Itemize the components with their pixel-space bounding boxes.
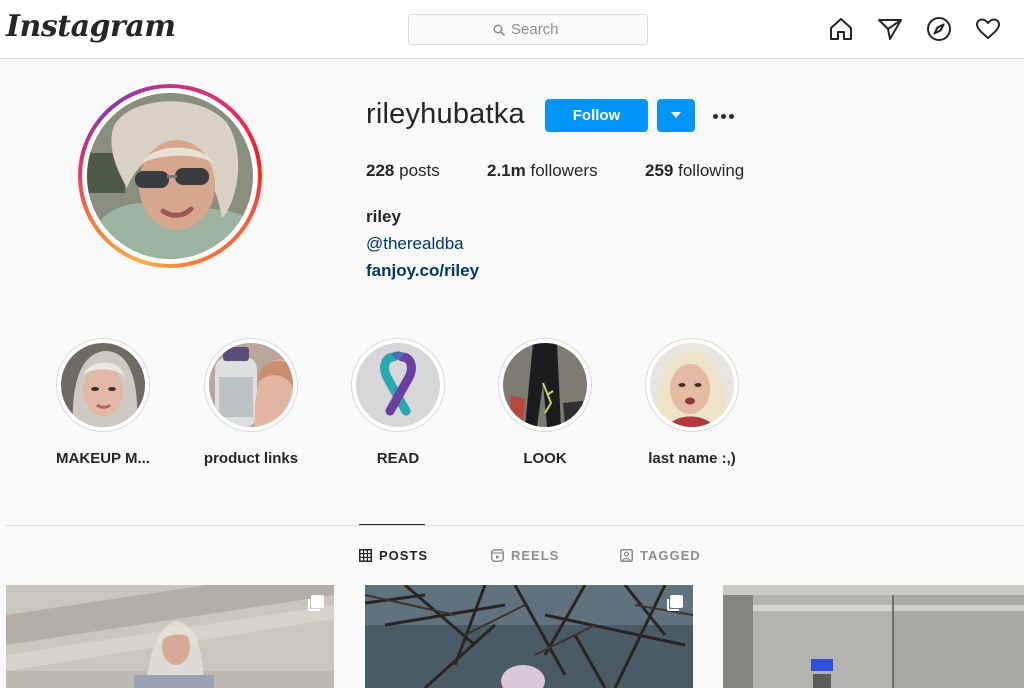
highlight-makeup[interactable]: MAKEUP M... bbox=[43, 338, 163, 467]
highlight-read[interactable]: READ bbox=[338, 338, 458, 467]
highlight-product-links[interactable]: product links bbox=[191, 338, 311, 467]
profile-tabs-divider bbox=[6, 525, 1024, 526]
home-icon[interactable] bbox=[828, 16, 854, 42]
highlight-cover-ring bbox=[645, 338, 739, 432]
highlight-cover-ring bbox=[56, 338, 150, 432]
bio-mention-link[interactable]: @therealdba bbox=[366, 234, 464, 254]
search-box[interactable] bbox=[408, 14, 648, 45]
tab-label: REELS bbox=[511, 548, 560, 563]
followers-count-stat[interactable]: 2.1m followers bbox=[487, 161, 598, 181]
posts-count-stat: 228 posts bbox=[366, 161, 440, 180]
tab-posts[interactable]: POSTS bbox=[359, 548, 428, 563]
profile-full-name: riley bbox=[366, 207, 401, 226]
caret-down-icon bbox=[671, 112, 681, 118]
highlight-label: READ bbox=[376, 450, 420, 467]
follow-button[interactable]: Follow bbox=[545, 99, 648, 132]
search-icon bbox=[493, 23, 505, 36]
tab-label: POSTS bbox=[379, 548, 429, 563]
reels-icon bbox=[491, 549, 504, 562]
highlight-cover-ring bbox=[498, 338, 592, 432]
multiple-images-icon bbox=[667, 595, 683, 611]
highlight-label: product links bbox=[203, 450, 299, 467]
post-image bbox=[365, 585, 693, 688]
tab-reels[interactable]: REELS bbox=[491, 548, 559, 563]
following-count-stat[interactable]: 259 following bbox=[645, 161, 744, 181]
highlight-label: last name :,) bbox=[648, 450, 736, 467]
post-image bbox=[6, 585, 334, 688]
activity-heart-icon[interactable] bbox=[975, 16, 1001, 42]
multiple-images-icon bbox=[308, 595, 324, 611]
post-thumbnail[interactable] bbox=[6, 585, 334, 688]
highlight-cover-image bbox=[503, 343, 587, 427]
bio-website-link[interactable]: fanjoy.co/riley bbox=[366, 261, 479, 281]
search-input[interactable] bbox=[511, 21, 563, 38]
top-navigation-bar: Instagram bbox=[0, 0, 1024, 59]
profile-username: rileyhubatka bbox=[366, 98, 525, 130]
suggested-accounts-dropdown-button[interactable] bbox=[657, 99, 695, 132]
highlight-cover-image bbox=[209, 343, 293, 427]
explore-icon[interactable] bbox=[926, 16, 952, 42]
post-thumbnail[interactable] bbox=[723, 585, 1024, 688]
grid-icon bbox=[359, 549, 372, 562]
highlight-look[interactable]: LOOK bbox=[485, 338, 605, 467]
highlight-cover-image bbox=[61, 343, 145, 427]
profile-avatar-story-ring[interactable] bbox=[78, 84, 262, 268]
profile-avatar bbox=[87, 93, 253, 259]
tab-tagged[interactable]: TAGGED bbox=[620, 548, 701, 563]
highlight-cover-ring bbox=[204, 338, 298, 432]
tagged-icon bbox=[620, 549, 633, 562]
highlight-cover-image bbox=[650, 343, 734, 427]
highlight-cover-image bbox=[356, 343, 440, 427]
highlight-cover-ring bbox=[351, 338, 445, 432]
post-thumbnail[interactable] bbox=[365, 585, 693, 688]
direct-message-icon[interactable] bbox=[877, 16, 903, 42]
avatar-photo-image bbox=[87, 93, 253, 259]
post-image bbox=[723, 585, 1024, 688]
highlight-label: LOOK bbox=[523, 450, 567, 467]
instagram-logo[interactable]: Instagram bbox=[6, 9, 176, 44]
tab-label: TAGGED bbox=[640, 548, 701, 563]
highlight-label: MAKEUP M... bbox=[56, 450, 150, 467]
more-options-icon[interactable] bbox=[708, 104, 738, 128]
highlight-last-name[interactable]: last name :,) bbox=[632, 338, 752, 467]
active-tab-indicator bbox=[359, 524, 425, 525]
